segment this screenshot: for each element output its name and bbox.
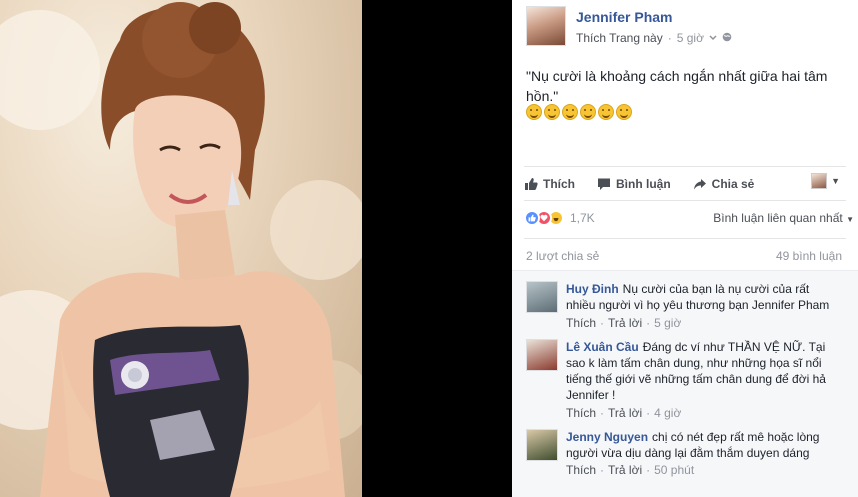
comment-time[interactable]: 5 giờ xyxy=(654,316,681,330)
commenter-avatar[interactable] xyxy=(526,281,558,313)
photo-letterbox xyxy=(362,0,512,497)
viewer-avatar xyxy=(811,173,828,189)
chevron-down-icon[interactable] xyxy=(709,31,717,45)
comment-sort-dropdown[interactable]: Bình luận liên quan nhất ▼ xyxy=(713,211,854,225)
comment-like-link[interactable]: Thích xyxy=(566,316,596,330)
meta-separator: · xyxy=(646,463,651,477)
smile-emoji-icon xyxy=(544,104,560,120)
comment-item: Lê Xuân Cầu Đáng dc ví như THẦN VỆ NỮ. Tạ… xyxy=(526,339,846,420)
meta-separator: · xyxy=(646,406,651,420)
post-side-panel: Jennifer Pham Thích Trang này · 5 giờ "N… xyxy=(512,0,858,497)
like-label: Thích xyxy=(543,177,575,191)
smile-emoji-icon xyxy=(562,104,578,120)
like-reaction-icon xyxy=(524,210,540,226)
comment-item: Jenny Nguyen chị có nét đẹp rất mê hoặc l… xyxy=(526,429,846,479)
commenter-name[interactable]: Jenny Nguyen xyxy=(566,430,648,444)
comment-actions: Thích · Trả lời · 5 giờ xyxy=(566,316,681,330)
comment-count[interactable]: 49 bình luận xyxy=(776,249,842,263)
divider xyxy=(524,238,846,239)
commenter-name[interactable]: Lê Xuân Cầu xyxy=(566,340,639,354)
share-count[interactable]: 2 lượt chia sẻ xyxy=(526,249,599,263)
share-button[interactable]: Chia sẻ xyxy=(693,177,755,191)
like-button[interactable]: Thích xyxy=(524,177,575,191)
comment-button[interactable]: Bình luận xyxy=(597,177,671,191)
commenter-name[interactable]: Huy Đinh xyxy=(566,282,619,296)
comment-reply-link[interactable]: Trả lời xyxy=(608,316,642,330)
commenter-avatar[interactable] xyxy=(526,339,558,371)
post-meta: Thích Trang này · 5 giờ xyxy=(576,31,732,45)
comment-item: Huy Đinh Nụ cười của bạn là nụ cười của r… xyxy=(526,281,846,341)
divider xyxy=(524,200,846,201)
caret-down-icon: ▼ xyxy=(846,215,854,224)
comment-reply-link[interactable]: Trả lời xyxy=(608,463,642,477)
comment-actions: Thích · Trả lời · 50 phút xyxy=(566,463,694,477)
post-as-selector[interactable]: ▼ xyxy=(811,173,840,189)
post-photo[interactable] xyxy=(0,0,362,497)
smile-emoji-icon xyxy=(616,104,632,120)
share-arrow-icon xyxy=(693,177,707,191)
portrait-illustration xyxy=(0,2,362,497)
meta-separator: · xyxy=(600,316,605,330)
comment-like-link[interactable]: Thích xyxy=(566,406,596,420)
smile-emoji-icon xyxy=(598,104,614,120)
smile-emoji-icon xyxy=(526,104,542,120)
divider xyxy=(524,166,846,167)
comment-sort-label: Bình luận liên quan nhất xyxy=(713,211,843,225)
photo-viewer[interactable] xyxy=(0,0,512,497)
meta-separator: · xyxy=(646,316,651,330)
globe-icon xyxy=(722,31,732,45)
post-text: "Nụ cười là khoảng cách ngắn nhất giữa h… xyxy=(526,68,828,104)
comment-body: Jenny Nguyen chị có nét đẹp rất mê hoặc l… xyxy=(566,429,836,461)
thumbs-up-icon xyxy=(524,177,538,191)
comment-body: Huy Đinh Nụ cười của bạn là nụ cười của r… xyxy=(566,281,836,313)
caret-down-icon: ▼ xyxy=(831,176,840,186)
meta-separator: · xyxy=(600,463,605,477)
post-time[interactable]: 5 giờ xyxy=(677,31,704,45)
reaction-count[interactable]: 1,7K xyxy=(570,211,595,225)
emoji-row xyxy=(526,104,632,120)
post-actions: Thích Bình luận Chia sẻ ▼ xyxy=(524,173,846,195)
meta-separator: · xyxy=(667,31,672,45)
comments-list: Huy Đinh Nụ cười của bạn là nụ cười của r… xyxy=(512,270,858,497)
comment-like-link[interactable]: Thích xyxy=(566,463,596,477)
comment-reply-link[interactable]: Trả lời xyxy=(608,406,642,420)
comment-label: Bình luận xyxy=(616,177,671,191)
comment-body: Lê Xuân Cầu Đáng dc ví như THẦN VỆ NỮ. Tạ… xyxy=(566,339,836,403)
reactions-summary[interactable]: 1,7K Bình luận liên quan nhất ▼ xyxy=(524,208,854,228)
share-label: Chia sẻ xyxy=(711,177,755,191)
comment-time[interactable]: 50 phút xyxy=(654,463,694,477)
author-avatar[interactable] xyxy=(526,6,566,46)
comment-time[interactable]: 4 giờ xyxy=(654,406,681,420)
smile-emoji-icon xyxy=(580,104,596,120)
comment-bubble-icon xyxy=(597,177,611,191)
author-name[interactable]: Jennifer Pham xyxy=(576,9,672,25)
meta-separator: · xyxy=(600,406,605,420)
commenter-avatar[interactable] xyxy=(526,429,558,461)
like-page-link[interactable]: Thích Trang này xyxy=(576,31,663,45)
comment-actions: Thích · Trả lời · 4 giờ xyxy=(566,406,681,420)
